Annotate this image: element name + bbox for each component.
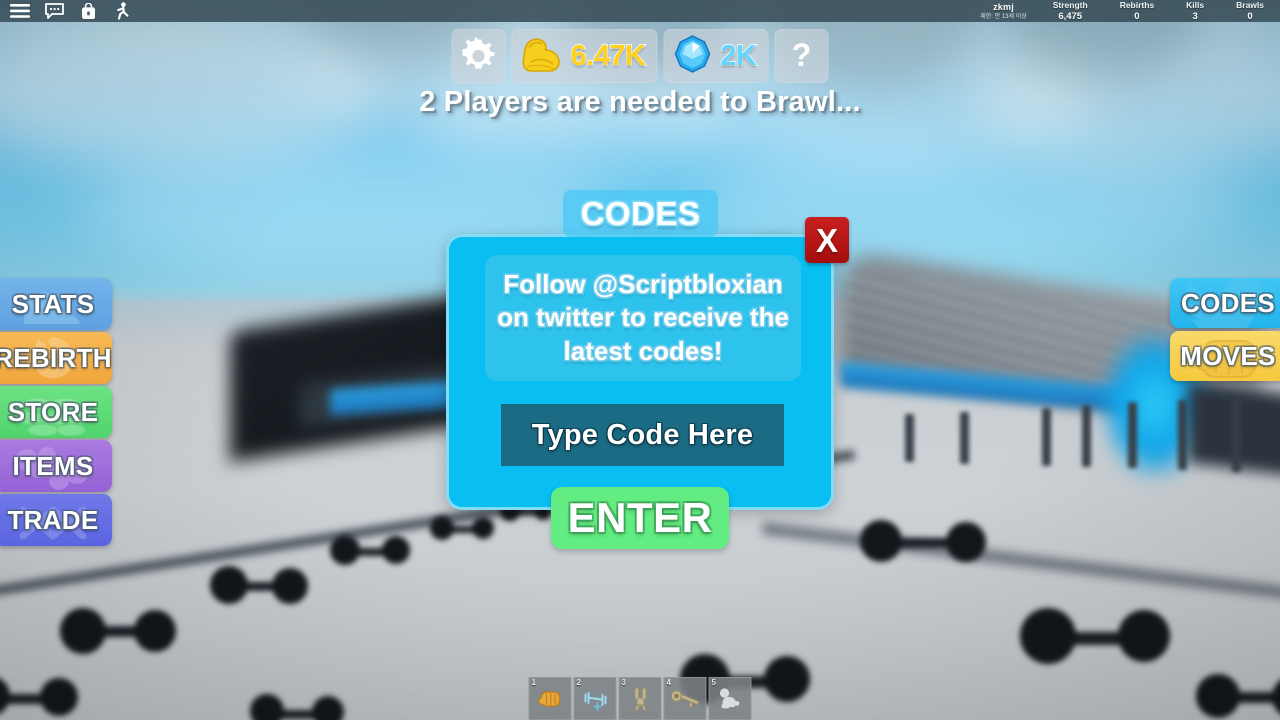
fist-icon (536, 687, 564, 711)
settings-button[interactable] (451, 29, 506, 83)
stat-brawls-value: 0 (1247, 11, 1253, 22)
stat-brawls: Brawls 0 (1220, 0, 1280, 22)
gems-amount: 2K (720, 39, 758, 73)
hotbar-slot-1[interactable]: 1 (528, 677, 572, 720)
game-screen: zkmj 제한: 만 13세 이상 Strength 6,475 Rebirth… (0, 0, 1280, 720)
brawl-status-text: 2 Players are needed to Brawl... (419, 86, 861, 118)
gems-currency[interactable]: 2K (663, 29, 769, 83)
hotbar-slot-3-number: 3 (621, 678, 626, 687)
key-icon (669, 688, 701, 710)
codes-instructions-text: Follow @Scriptbloxian on twitter to rece… (497, 269, 789, 366)
stat-kills-value: 3 (1192, 11, 1198, 22)
items-label: ITEMS (12, 450, 94, 481)
dumbbell-prop (430, 512, 496, 548)
stat-strength-value: 6,475 (1058, 11, 1083, 22)
flexed-biceps-icon (520, 34, 564, 79)
player-info[interactable]: zkmj 제한: 만 13세 이상 (970, 1, 1036, 20)
hamburger-menu-icon[interactable] (10, 2, 30, 20)
left-menu: STATS REBIRTH STORE ITEMS TRADE (0, 278, 112, 546)
fence-post (960, 412, 969, 464)
enter-button[interactable]: ENTER (551, 487, 729, 549)
dumbbell-prop (60, 600, 180, 664)
currency-bar: 6.47K 2K ? (451, 29, 829, 83)
emotes-icon[interactable] (112, 2, 132, 20)
right-menu: CODES MOVES (1170, 278, 1280, 381)
stat-strength-label: Strength (1052, 0, 1088, 10)
moves-button[interactable]: MOVES (1170, 331, 1280, 381)
codes-label: CODES (1181, 287, 1275, 318)
backpack-icon[interactable] (78, 2, 98, 20)
dumbbell-prop (330, 530, 412, 574)
stat-kills-label: Kills (1186, 0, 1205, 10)
sitting-figure-icon (715, 686, 745, 712)
trade-label: TRADE (7, 504, 99, 535)
fence-post (905, 414, 914, 462)
hotbar-slot-5[interactable]: 5 (708, 677, 752, 720)
dumbbell-prop (1196, 668, 1280, 720)
gear-icon (460, 37, 498, 75)
codes-instructions: Follow @Scriptbloxian on twitter to rece… (485, 255, 801, 381)
stats-label: STATS (11, 288, 95, 319)
fence-post (1128, 402, 1137, 468)
dumbbell-prop (250, 690, 346, 720)
hotbar-slot-1-number: 1 (531, 678, 536, 687)
stat-rebirths-label: Rebirths (1119, 0, 1155, 10)
fence-post (1042, 408, 1051, 466)
enter-button-label: ENTER (567, 494, 713, 541)
code-input-placeholder: Type Code Here (531, 418, 754, 451)
roblox-topbar: zkmj 제한: 만 13세 이상 Strength 6,475 Rebirth… (0, 0, 1280, 22)
dumbbell-prop (210, 560, 310, 614)
fence-post (1178, 400, 1187, 470)
moves-label: MOVES (1180, 340, 1276, 371)
hotbar-slot-2[interactable]: 2 (573, 677, 617, 720)
codes-dialog-title-text: CODES (580, 194, 701, 232)
hotbar: 1 2 3 4 5 (528, 677, 752, 720)
codes-button[interactable]: CODES (1170, 278, 1280, 328)
dumbbell-prop (860, 514, 988, 576)
dumbbell-prop (1020, 600, 1170, 678)
question-mark-icon: ? (784, 37, 818, 75)
dumbbell-prop (0, 672, 80, 720)
svg-text:?: ? (792, 37, 812, 73)
hotbar-slot-2-number: 2 (576, 678, 581, 687)
fence-post (1082, 405, 1091, 467)
player-age-rating: 제한: 만 13세 이상 (980, 13, 1027, 20)
store-button[interactable]: STORE (0, 386, 112, 438)
close-button[interactable]: X (805, 217, 849, 263)
hotbar-slot-3[interactable]: 3 (618, 677, 662, 720)
trade-button[interactable]: TRADE (0, 494, 112, 546)
strength-amount: 6.47K (570, 39, 647, 73)
topbar-stats: zkmj 제한: 만 13세 이상 Strength 6,475 Rebirth… (970, 0, 1280, 22)
rebirth-label: REBIRTH (0, 342, 112, 373)
hotbar-slot-4[interactable]: 4 (663, 677, 707, 720)
codes-dialog-panel: Follow @Scriptbloxian on twitter to rece… (446, 234, 834, 510)
tuning-fork-icon (628, 685, 652, 713)
store-label: STORE (7, 396, 99, 427)
rebirth-button[interactable]: REBIRTH (0, 332, 112, 384)
stats-button[interactable]: STATS (0, 278, 112, 330)
hotbar-slot-4-number: 4 (666, 678, 671, 687)
close-icon: X (815, 221, 838, 259)
stat-rebirths-value: 0 (1134, 11, 1140, 22)
fence-post (1232, 398, 1241, 472)
chat-icon[interactable] (44, 2, 64, 20)
stat-kills: Kills 3 (1170, 0, 1220, 22)
stat-rebirths: Rebirths 0 (1104, 0, 1170, 22)
items-button[interactable]: ITEMS (0, 440, 112, 492)
stat-brawls-label: Brawls (1236, 0, 1264, 10)
codes-dialog-title: CODES (563, 190, 718, 237)
player-name: zkmj (993, 1, 1014, 12)
code-input[interactable]: Type Code Here (501, 404, 784, 466)
help-button[interactable]: ? (774, 29, 829, 83)
hotbar-slot-5-number: 5 (711, 678, 716, 687)
strength-currency[interactable]: 6.47K (511, 29, 658, 83)
stat-strength: Strength 6,475 (1037, 0, 1104, 22)
gem-icon (671, 33, 713, 80)
dumbbell-icon (580, 686, 610, 712)
